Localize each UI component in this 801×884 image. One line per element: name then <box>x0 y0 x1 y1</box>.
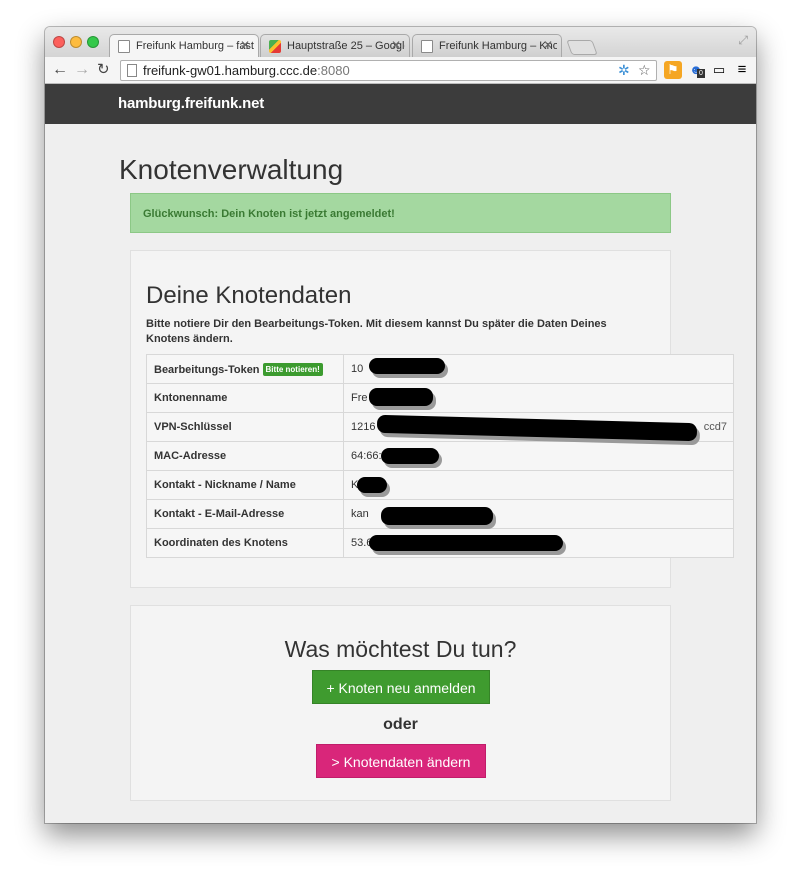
alert-text: Glückwunsch: Dein Knoten ist jetzt angem… <box>143 208 395 220</box>
reload-icon[interactable]: ↻ <box>97 60 110 80</box>
redaction-mark <box>381 507 493 525</box>
minimize-window-button[interactable] <box>70 36 82 48</box>
zoom-window-button[interactable] <box>87 36 99 48</box>
back-icon[interactable]: ← <box>52 60 68 80</box>
tab-title: Hauptstraße 25 – Google M <box>287 40 405 52</box>
row-key: VPN-Schlüssel <box>146 412 344 442</box>
row-key: Bearbeitungs-Token Bitte notieren! <box>146 354 344 384</box>
extension-person-icon[interactable]: ☻ 0 <box>687 61 705 79</box>
table-row: Kntonenname Fre <box>146 383 734 413</box>
or-label: oder <box>383 716 418 733</box>
row-value-text: 1216 <box>351 421 376 433</box>
redaction-mark <box>357 477 387 493</box>
row-value-tail: ccd7 <box>703 421 727 433</box>
close-window-button[interactable] <box>53 36 65 48</box>
forward-icon[interactable]: → <box>74 60 90 80</box>
register-node-button[interactable]: + Knoten neu anmelden <box>312 670 490 704</box>
edit-node-button[interactable]: > Knotendaten ändern <box>316 744 486 778</box>
row-key: Kontakt - E-Mail-Adresse <box>146 499 344 529</box>
fullscreen-icon[interactable]: ⤢ <box>738 33 748 48</box>
row-key-label: Bearbeitungs-Token <box>154 363 260 376</box>
page-info-icon <box>127 64 137 77</box>
actions-prompt: Was möchtest Du tun? <box>284 636 517 662</box>
bookmark-star-icon[interactable]: ☆ <box>638 62 651 79</box>
row-key: MAC-Adresse <box>146 441 344 471</box>
browser-window: Freifunk Hamburg – fastd ✕ Hauptstraße 2… <box>45 27 756 823</box>
cast-icon[interactable]: ▭ <box>710 61 728 79</box>
tab-title: Freifunk Hamburg – Knote <box>439 40 557 52</box>
tab-knotenverwaltung[interactable]: Freifunk Hamburg – Knote ✕ <box>412 34 562 57</box>
close-icon[interactable]: ✕ <box>391 38 401 52</box>
close-icon[interactable]: ✕ <box>240 38 250 52</box>
redaction-mark <box>369 388 433 406</box>
card-title: Deine Knotendaten <box>146 282 352 309</box>
site-brand[interactable]: hamburg.freifunk.net <box>118 95 264 112</box>
page-content: Knotenverwaltung Glückwunsch: Dein Knote… <box>45 124 756 823</box>
maps-icon <box>269 40 281 53</box>
tab-title: Freifunk Hamburg – fastd <box>136 40 254 52</box>
site-navbar: hamburg.freifunk.net <box>45 84 756 124</box>
redaction-mark <box>369 358 445 374</box>
url-port: :8080 <box>317 63 350 78</box>
title-bar: Freifunk Hamburg – fastd ✕ Hauptstraße 2… <box>45 27 756 57</box>
page-icon <box>118 40 130 53</box>
tab-google-maps[interactable]: Hauptstraße 25 – Google M ✕ <box>260 34 410 57</box>
node-data-table: Bearbeitungs-Token Bitte notieren! 10 Knt… <box>146 354 734 558</box>
new-tab-button[interactable] <box>566 40 598 55</box>
address-bar[interactable]: freifunk-gw01.hamburg.ccc.de:8080 ✲ ☆ <box>120 60 657 81</box>
actions-card: Was möchtest Du tun? + Knoten neu anmeld… <box>130 605 671 801</box>
row-key: Koordinaten des Knotens <box>146 528 344 558</box>
extension-badge: 0 <box>697 69 705 78</box>
node-data-card: Deine Knotendaten Bitte notiere Dir den … <box>130 250 734 588</box>
extension-icon[interactable]: ⚑ <box>664 61 682 79</box>
table-row: MAC-Adresse 64:66: <box>146 441 734 471</box>
close-icon[interactable]: ✕ <box>543 38 553 52</box>
browser-toolbar: ← → ↻ freifunk-gw01.hamburg.ccc.de:8080 … <box>45 57 756 84</box>
note-badge: Bitte notieren! <box>262 362 323 376</box>
menu-icon[interactable]: ≡ <box>733 61 751 79</box>
url-text[interactable]: freifunk-gw01.hamburg.ccc.de:8080 <box>143 63 350 78</box>
row-key: Kntonenname <box>146 383 344 413</box>
redaction-mark <box>369 535 563 551</box>
success-alert: Glückwunsch: Dein Knoten ist jetzt angem… <box>130 193 671 233</box>
tab-fastd[interactable]: Freifunk Hamburg – fastd ✕ <box>109 34 259 57</box>
redaction-mark <box>381 448 439 464</box>
url-host: freifunk-gw01.hamburg.ccc.de <box>143 63 318 78</box>
page-title: Knotenverwaltung <box>119 154 344 185</box>
network-icon[interactable]: ✲ <box>618 62 630 79</box>
page-icon <box>421 40 433 53</box>
row-key: Kontakt - Nickname / Name <box>146 470 344 500</box>
token-note: Bitte notiere Dir den Bearbeitungs-Token… <box>146 318 607 345</box>
row-value: Ka <box>343 470 734 500</box>
table-row: Kontakt - Nickname / Name Ka <box>146 470 734 500</box>
